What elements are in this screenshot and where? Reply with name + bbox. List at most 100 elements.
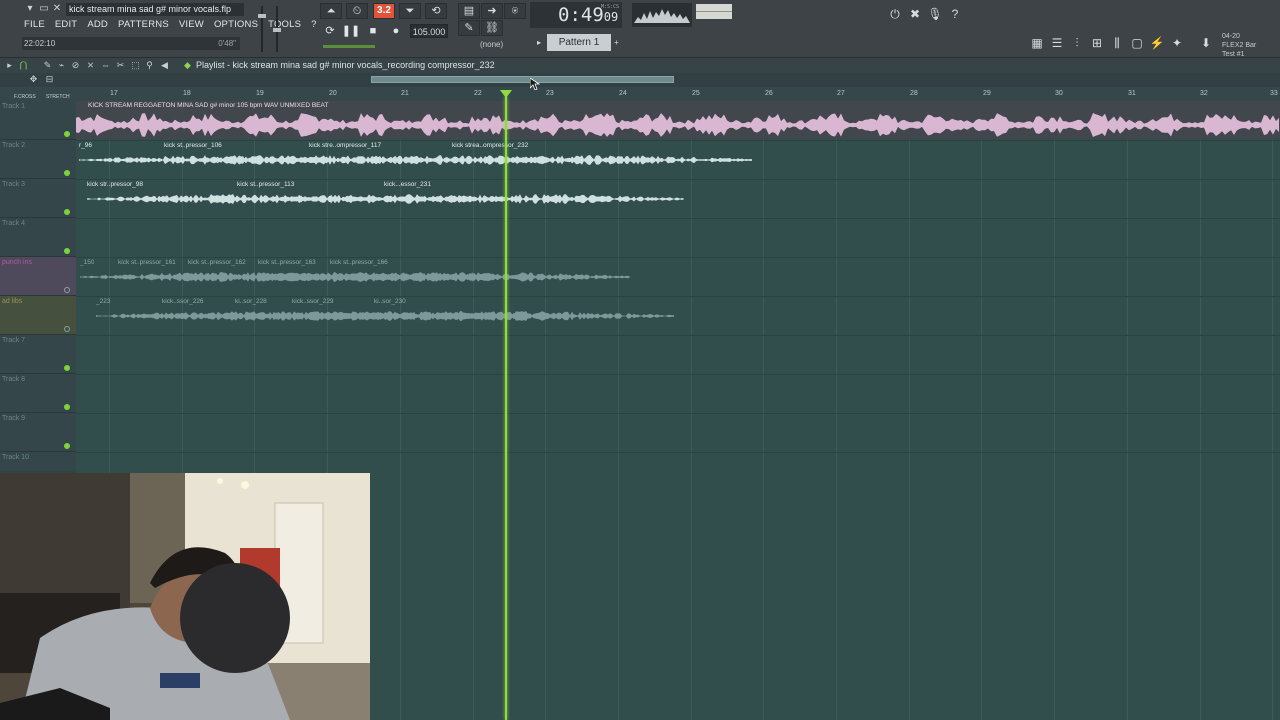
master-pitch-slider[interactable] bbox=[273, 6, 281, 52]
piano-roll-window-icon[interactable]: ⫶ bbox=[1068, 34, 1086, 52]
pause-icon[interactable]: ❚❚ bbox=[341, 22, 361, 40]
track-header-7[interactable]: Track 7 bbox=[0, 335, 76, 374]
stop-icon[interactable]: ■ bbox=[363, 22, 383, 40]
mixer-bell-icon[interactable]: ⍟ bbox=[504, 3, 526, 19]
audio-clip-muted[interactable]: kick..ssor_226 bbox=[160, 297, 462, 329]
plugin-icon[interactable]: ▢ bbox=[1128, 34, 1146, 52]
overview-icon[interactable]: ⊟ bbox=[44, 74, 55, 85]
playlist-window-icon[interactable]: ▦ bbox=[1028, 34, 1046, 52]
zoom-icon[interactable]: ⚲ bbox=[144, 60, 155, 71]
menu-edit[interactable]: EDIT bbox=[55, 18, 77, 32]
time-ruler[interactable]: 17 18 19 20 21 22 23 24 25 26 27 28 29 3… bbox=[0, 87, 1280, 101]
help-icon[interactable]: ? bbox=[946, 5, 964, 23]
audio-clip-muted[interactable]: _150 bbox=[78, 258, 380, 290]
pencil-icon[interactable]: ✎ bbox=[458, 20, 480, 36]
browser-icon[interactable]: ⫼ bbox=[1108, 34, 1126, 52]
record-icon[interactable]: ● bbox=[386, 22, 406, 40]
minimize-icon[interactable]: ▭ bbox=[38, 3, 50, 15]
playlist-menu-icon[interactable]: ▸ bbox=[4, 60, 15, 71]
slip-icon[interactable]: ⇔ bbox=[100, 60, 111, 71]
menu-view[interactable]: VIEW bbox=[179, 18, 204, 32]
record-counter-button[interactable]: 3.2 bbox=[373, 3, 395, 19]
pattern-add-icon[interactable]: + bbox=[614, 36, 622, 49]
metronome-icon[interactable]: ⏶ bbox=[320, 3, 342, 19]
audio-clip-muted[interactable]: kick st..pressor_161 bbox=[116, 258, 418, 290]
audio-clip[interactable]: kick st..pressor_106 bbox=[162, 141, 464, 173]
mute-icon[interactable]: ⨯ bbox=[85, 60, 96, 71]
track-header-ad-libs[interactable]: ad libs bbox=[0, 296, 76, 335]
tempo-display[interactable]: 105.000 bbox=[410, 24, 448, 38]
piano-roll-icon[interactable]: ▤ bbox=[458, 3, 480, 19]
track-mute-led[interactable] bbox=[64, 365, 70, 371]
track-mute-led[interactable] bbox=[64, 170, 70, 176]
mixer-window-icon[interactable]: ⊞ bbox=[1088, 34, 1106, 52]
audio-clip-beat[interactable]: KICK STREAM REGGAETON MINA SAD g# minor … bbox=[76, 101, 1280, 139]
track-mute-led[interactable] bbox=[64, 404, 70, 410]
audio-clip[interactable]: r_96 bbox=[77, 141, 379, 173]
menu-help[interactable]: ? bbox=[311, 18, 316, 32]
step-icon[interactable]: ➜ bbox=[481, 3, 503, 19]
select-icon[interactable]: ⬚ bbox=[130, 60, 141, 71]
slice-icon[interactable]: ✂ bbox=[115, 60, 126, 71]
track-header-punch-ins[interactable]: punch ins bbox=[0, 257, 76, 296]
track-header-4[interactable]: Track 4 bbox=[0, 218, 76, 257]
track-mute-led[interactable] bbox=[64, 443, 70, 449]
pattern-prev-icon[interactable]: ▸ bbox=[537, 36, 545, 49]
track-header-8[interactable]: Track 8 bbox=[0, 374, 76, 413]
microphone-icon[interactable]: 🎙 bbox=[926, 5, 944, 23]
loop-icon[interactable]: ⟳ bbox=[320, 22, 340, 40]
audio-clip-muted[interactable]: kick st..pressor_162 bbox=[186, 258, 488, 290]
audio-clip[interactable]: kick...essor_231 bbox=[382, 180, 684, 212]
zoom-in-icon[interactable]: ✥ bbox=[28, 74, 39, 85]
plug-icon[interactable]: ⚡ bbox=[1148, 34, 1166, 52]
track-mute-led[interactable] bbox=[64, 287, 70, 293]
channel-rack-icon[interactable]: ☰ bbox=[1048, 34, 1066, 52]
magnet-icon[interactable]: ⋂ bbox=[18, 60, 29, 71]
track-header-1[interactable]: Track 1 bbox=[0, 101, 76, 140]
time-display[interactable]: 0:4909 M:S:CS bbox=[530, 2, 622, 28]
download-icon[interactable]: ⬇ bbox=[1197, 34, 1215, 52]
stretch-label[interactable]: STRETCH bbox=[46, 94, 70, 100]
track-header-9[interactable]: Track 9 bbox=[0, 413, 76, 452]
pin-icon[interactable]: ▾ bbox=[24, 3, 36, 15]
menu-add[interactable]: ADD bbox=[87, 18, 108, 32]
horizontal-scrollbar[interactable] bbox=[371, 76, 674, 83]
blend-notes-icon[interactable]: ⏷ bbox=[399, 3, 421, 19]
audio-clip-muted[interactable]: kick st..pressor_166 bbox=[328, 258, 630, 290]
audio-clip-muted[interactable]: _223 bbox=[94, 297, 396, 329]
pattern-selector[interactable]: Pattern 1 bbox=[547, 34, 611, 51]
tempo-tap-icon[interactable]: ✦ bbox=[1168, 34, 1186, 52]
audio-clip-muted[interactable]: kick st..pressor_163 bbox=[256, 258, 558, 290]
news-panel[interactable]: 04-20 FLEX2 Bar Test #1 bbox=[1222, 32, 1280, 58]
pattern-arrows-icon[interactable]: ◆ bbox=[182, 60, 193, 71]
close-icon[interactable]: ✕ bbox=[51, 3, 63, 15]
playback-icon[interactable]: ◀ bbox=[159, 60, 170, 71]
audio-clip[interactable]: kick str..pressor_98 bbox=[85, 180, 387, 212]
audio-clip-muted[interactable]: ki..sor_228 bbox=[233, 297, 535, 329]
crossfade-label[interactable]: F.CROSS bbox=[14, 94, 36, 100]
playhead-line[interactable] bbox=[505, 96, 507, 720]
cpu-icon[interactable]: ✖ bbox=[906, 5, 924, 23]
track-header-2[interactable]: Track 2 bbox=[0, 140, 76, 179]
snap-selector[interactable]: (none) bbox=[480, 40, 503, 49]
audio-clip[interactable]: kick st..pressor_113 bbox=[235, 180, 537, 212]
song-position-bar[interactable] bbox=[323, 45, 375, 48]
pencil-tool-icon[interactable]: ✎ bbox=[42, 60, 53, 71]
link-icon[interactable]: ⛓ bbox=[481, 20, 503, 36]
menu-file[interactable]: FILE bbox=[24, 18, 45, 32]
audio-clip[interactable]: kick stre..ompressor_117 bbox=[307, 141, 609, 173]
audio-clip-muted[interactable]: ki..sor_230 bbox=[372, 297, 674, 329]
track-mute-led[interactable] bbox=[64, 131, 70, 137]
track-mute-led[interactable] bbox=[64, 209, 70, 215]
refresh-icon[interactable]: ⏻ bbox=[886, 5, 904, 23]
track-header-3[interactable]: Track 3 bbox=[0, 179, 76, 218]
delete-icon[interactable]: ⊘ bbox=[70, 60, 81, 71]
audio-clip-muted[interactable]: kick..ssor_229 bbox=[290, 297, 592, 329]
menu-patterns[interactable]: PATTERNS bbox=[118, 18, 169, 32]
track-mute-led[interactable] bbox=[64, 326, 70, 332]
brush-icon[interactable]: ⌁ bbox=[56, 60, 67, 71]
master-volume-slider[interactable] bbox=[258, 6, 266, 52]
loop-record-icon[interactable]: ⟲ bbox=[425, 3, 447, 19]
menu-options[interactable]: OPTIONS bbox=[214, 18, 258, 32]
track-mute-led[interactable] bbox=[64, 248, 70, 254]
